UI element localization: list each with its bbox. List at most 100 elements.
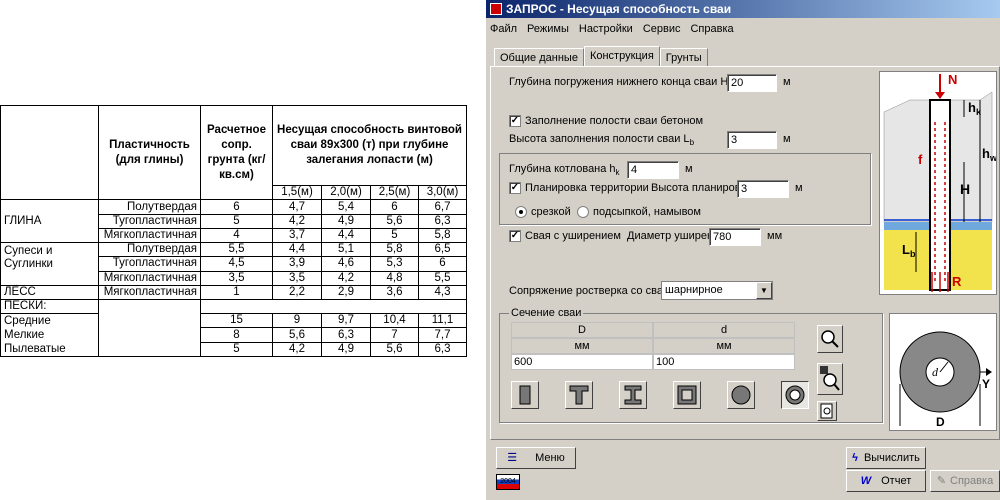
radio-fill-label: подсыпкой, намывом — [593, 206, 701, 218]
plan-checkbox[interactable]: ✓ — [509, 182, 521, 194]
resistance-cell: 4,5 — [200, 256, 273, 272]
list-icon: ☰ — [507, 452, 518, 464]
plasticity-empty — [98, 299, 201, 357]
shape-rect-button[interactable] — [511, 381, 539, 409]
depth-unit: м — [783, 76, 791, 88]
menu-button[interactable]: ☰ Меню — [496, 447, 576, 469]
value-cell: 9 — [272, 313, 322, 329]
D-value-cell[interactable]: 600 — [511, 354, 653, 370]
diag-Y: Y — [982, 377, 990, 391]
shape-t-button[interactable] — [565, 381, 593, 409]
shape-ring-button[interactable] — [781, 381, 809, 409]
widening-unit: мм — [767, 230, 783, 242]
value-cell: 2,2 — [272, 284, 322, 301]
section-diagram: d Y D — [889, 313, 997, 431]
pit-label: Глубина котлована hk — [509, 163, 620, 178]
tab-soils[interactable]: Грунты — [659, 48, 708, 66]
plasticity-cell: Полутвердая — [98, 199, 201, 215]
preview-icon — [820, 403, 833, 419]
construction-panel: Глубина погружения нижнего конца сваи H … — [490, 66, 1000, 440]
menu-settings[interactable]: Настройки — [579, 23, 633, 35]
depth-input[interactable]: 20 — [727, 74, 777, 92]
resistance-cell: 4 — [200, 227, 273, 244]
resistance-cell: 6 — [200, 199, 273, 215]
save-magnifier-icon — [820, 366, 840, 391]
word-icon: W — [860, 475, 872, 487]
value-cell: 4,2 — [272, 213, 322, 229]
plan-height-input[interactable]: 3 — [737, 180, 789, 198]
plasticity-cell: Тугопластичная — [98, 213, 201, 229]
radio-fill[interactable] — [577, 206, 589, 218]
value-cell: 5,1 — [321, 242, 371, 258]
soil-header — [0, 104, 99, 201]
col-d-header: d — [653, 322, 795, 338]
chevron-down-icon: ▼ — [756, 282, 772, 299]
fill-height-label: Высота заполнения полости сваи Lb — [509, 133, 695, 148]
calculate-button[interactable]: ϟ Вычислить — [846, 447, 926, 469]
preview-button[interactable] — [817, 401, 837, 421]
plasticity-header: Пластичность (для глины) — [98, 104, 201, 201]
value-cell: 5,8 — [417, 227, 468, 244]
bearing-capacity-table: Пластичность (для глины) Расчетное сопр.… — [0, 104, 468, 358]
radio-cut-label: срезкой — [531, 206, 571, 218]
resistance-header: Расчетное сопр. грунта (кг/кв.см) — [200, 104, 273, 201]
fill-checkbox[interactable]: ✓ — [509, 115, 521, 127]
value-cell: 4,9 — [321, 213, 371, 229]
widening-checkbox[interactable]: ✓ — [509, 230, 521, 242]
value-cell: 9,7 — [321, 313, 371, 329]
depth-header: 3,0(м) — [417, 185, 468, 201]
value-cell: 11,1 — [417, 313, 468, 329]
soil-sands: ПЕСКИ: — [0, 299, 99, 315]
tab-general[interactable]: Общие данные — [494, 48, 584, 66]
plasticity-cell: Мягкопластичная — [98, 284, 201, 301]
app-window: ЗАПРОС - Несущая способность сваи Файл Р… — [486, 0, 1000, 500]
flag-badge: 2004 — [496, 474, 520, 490]
menu-help[interactable]: Справка — [690, 23, 733, 35]
menu-modes[interactable]: Режимы — [527, 23, 569, 35]
lightning-icon: ϟ — [852, 452, 858, 464]
pit-input[interactable]: 4 — [627, 161, 679, 179]
value-cell: 5,4 — [321, 199, 371, 215]
value-cell: 6,3 — [417, 341, 468, 358]
value-cell: 4,2 — [321, 270, 371, 286]
help-icon: ✎ — [936, 475, 947, 487]
window-title: ЗАПРОС - Несущая способность сваи — [506, 2, 732, 16]
shape-circle-button[interactable] — [727, 381, 755, 409]
shape-box-button[interactable] — [673, 381, 701, 409]
soil-sandy-loam: Супеси и Суглинки — [0, 242, 99, 286]
save-zoom-button[interactable] — [817, 363, 843, 395]
depth-header: 1,5(м) — [272, 185, 322, 201]
value-cell: 3,9 — [272, 256, 322, 272]
value-cell: 4,7 — [272, 199, 322, 215]
fill-height-input[interactable]: 3 — [727, 131, 777, 149]
menu-service[interactable]: Сервис — [643, 23, 681, 35]
zoom-button[interactable] — [817, 325, 843, 353]
value-cell: 6,5 — [417, 242, 468, 258]
resistance-cell: 3,5 — [200, 270, 273, 286]
title-bar: ЗАПРОС - Несущая способность сваи — [486, 0, 1000, 18]
value-cell: 4,3 — [417, 284, 468, 301]
section-label: Сечение сваи — [509, 307, 584, 319]
value-cell: 5,6 — [272, 327, 322, 343]
depth-header: 2,0(м) — [321, 185, 371, 201]
radio-cut[interactable] — [515, 206, 527, 218]
diag-N: N — [948, 72, 957, 87]
resistance-cell: 5 — [200, 341, 273, 358]
menu-file[interactable]: Файл — [490, 23, 517, 35]
fill-label: Заполнение полости сваи бетоном — [525, 115, 704, 127]
pile-schematic-icon: N hk hw f H Lb R — [880, 72, 998, 294]
tab-construction[interactable]: Конструкция — [583, 46, 660, 66]
shape-i-button[interactable] — [619, 381, 647, 409]
value-cell: 10,4 — [370, 313, 419, 329]
tab-strip: Общие данные Конструкция Грунты — [494, 46, 708, 66]
widening-diameter-input[interactable]: 780 — [709, 228, 761, 246]
soil-loess: ЛЁСС — [0, 284, 99, 301]
diag-D: D — [936, 415, 945, 429]
joint-select[interactable]: шарнирное ▼ — [661, 281, 773, 300]
report-button[interactable]: W Отчет — [846, 470, 926, 492]
sand-type: Пылеватые — [0, 342, 99, 358]
value-cell: 3,5 — [272, 270, 322, 286]
help-button[interactable]: ✎ Справка — [930, 470, 1000, 492]
d-value-cell[interactable]: 100 — [653, 354, 795, 370]
menu-bar: Файл Режимы Настройки Сервис Справка — [486, 18, 1000, 40]
